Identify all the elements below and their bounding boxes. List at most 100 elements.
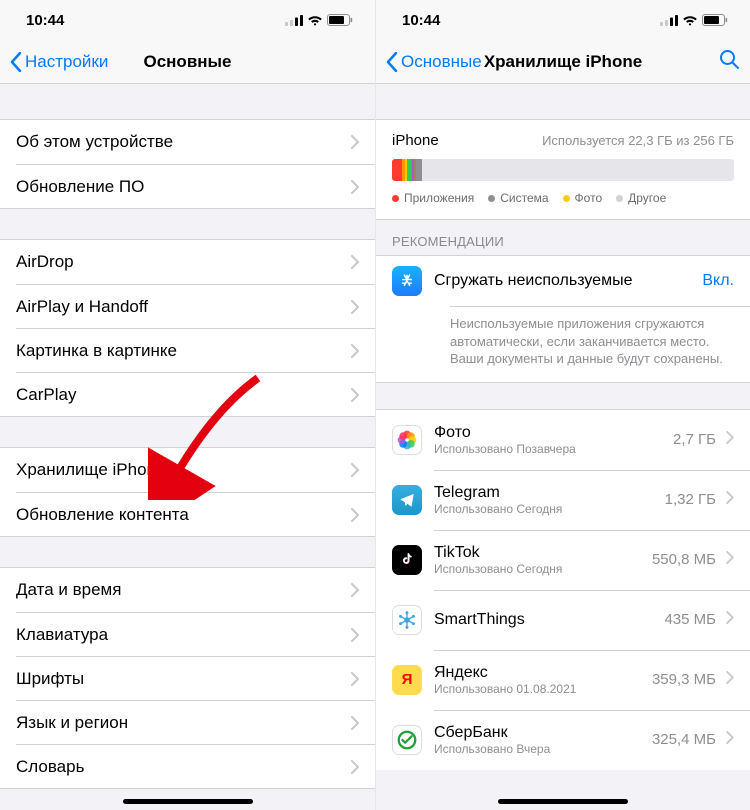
row-label: AirPlay и Handoff [16,297,148,317]
status-time: 10:44 [26,12,64,29]
settings-row[interactable]: Клавиатура [16,612,375,656]
chevron-right-icon [351,135,359,149]
chevron-right-icon [351,628,359,642]
chevron-right-icon [351,388,359,402]
usage-text: Используется 22,3 ГБ из 256 ГБ [542,133,734,148]
tiktok-icon [392,545,422,575]
battery-icon [327,14,353,26]
legend-item: Система [488,191,548,205]
app-list: ФотоИспользовано Позавчера2,7 ГБTelegram… [376,409,750,770]
chevron-right-icon [351,344,359,358]
search-icon [718,48,740,70]
settings-row[interactable]: Словарь [16,744,375,788]
app-name: Яндекс [434,664,652,682]
legend-label: Приложения [404,191,474,205]
sber-icon [392,725,422,755]
cellular-icon [660,15,678,26]
back-label: Настройки [25,52,108,72]
settings-row[interactable]: Обновление контента [16,492,375,536]
settings-row[interactable]: Язык и регион [16,700,375,744]
wifi-icon [307,14,323,26]
app-sub: Использовано Сегодня [434,502,665,516]
cellular-icon [285,15,303,26]
legend-item: Приложения [392,191,474,205]
settings-group: Дата и времяКлавиатураШрифтыЯзык и регио… [0,567,375,789]
settings-row[interactable]: Картинка в картинке [16,328,375,372]
storage-legend: ПриложенияСистемаФотоДругое [392,191,734,205]
legend-label: Фото [575,191,603,205]
status-bar: 10:44 [376,0,750,40]
recommendations-header: РЕКОМЕНДАЦИИ [376,220,750,255]
storage-bar [392,159,734,181]
phone-general: 10:44 Настройки Основные Об этом устройс… [0,0,375,810]
settings-row[interactable]: CarPlay [16,372,375,416]
storage-segment [392,159,402,181]
back-button[interactable]: Настройки [10,52,108,72]
settings-group: AirDrop AirPlay и Handoff Картинка в карти… [0,239,375,417]
chevron-right-icon [351,716,359,730]
chevron-right-icon [726,551,734,569]
app-size: 435 МБ [664,611,716,628]
app-row[interactable]: TelegramИспользовано Сегодня1,32 ГБ [376,470,750,530]
app-row[interactable]: СберБанкИспользовано Вчера325,4 МБ [376,710,750,770]
settings-row[interactable]: AirDrop [0,240,375,284]
battery-icon [702,14,728,26]
chevron-right-icon [726,671,734,689]
photos-icon [392,425,422,455]
app-name: SmartThings [434,611,664,629]
chevron-right-icon [726,731,734,749]
app-sub: Использовано Вчера [434,742,652,756]
chevron-right-icon [351,583,359,597]
app-name: TikTok [434,544,652,562]
row-label: Картинка в картинке [16,341,177,361]
storage-segment [416,159,422,181]
content: iPhone Используется 22,3 ГБ из 256 ГБ Пр… [376,84,750,810]
legend-dot [563,195,570,202]
row-label: AirDrop [16,252,74,272]
settings-row[interactable]: AirPlay и Handoff [16,284,375,328]
back-label: Основные [401,52,482,72]
app-size: 2,7 ГБ [673,431,716,448]
settings-group: Хранилище iPhoneОбновление контента [0,447,375,537]
settings-row[interactable]: Об этом устройстве [0,120,375,164]
wifi-icon [682,14,698,26]
app-size: 325,4 МБ [652,731,716,748]
status-icons [285,14,353,26]
app-row[interactable]: ФотоИспользовано Позавчера2,7 ГБ [376,410,750,470]
chevron-right-icon [726,431,734,449]
chevron-right-icon [351,508,359,522]
chevron-left-icon [386,52,398,72]
back-button[interactable]: Основные [386,52,482,72]
legend-dot [488,195,495,202]
settings-row[interactable]: Дата и время [0,568,375,612]
reco-description: Неиспользуемые приложения сгружаются авт… [450,306,750,382]
content: Об этом устройствеОбновление ПОAirDropAi… [0,84,375,810]
legend-dot [616,195,623,202]
row-label: Об этом устройстве [16,132,173,152]
settings-row[interactable]: Хранилище iPhone [0,448,375,492]
nav-bar: Основные Хранилище iPhone [376,40,750,84]
settings-row[interactable]: Шрифты [16,656,375,700]
row-label: CarPlay [16,385,76,405]
phone-storage: 10:44 Основные Хранилище iPhone iPhone И… [375,0,750,810]
chevron-right-icon [351,300,359,314]
telegram-icon [392,485,422,515]
app-name: СберБанк [434,724,652,742]
chevron-right-icon [351,463,359,477]
appstore-icon [392,266,422,296]
app-name: Telegram [434,484,665,502]
app-row[interactable]: TikTokИспользовано Сегодня550,8 МБ [376,530,750,590]
app-sub: Использовано Позавчера [434,442,673,456]
app-sub: Использовано 01.08.2021 [434,682,652,696]
app-name: Фото [434,424,673,442]
device-name: iPhone [392,132,439,149]
row-label: Словарь [16,757,84,777]
settings-row[interactable]: Обновление ПО [16,164,375,208]
nav-title: Основные [143,52,231,72]
recommendation-row[interactable]: Сгружать неиспользуемые Вкл. [376,256,750,306]
search-button[interactable] [718,48,740,75]
reco-state: Вкл. [702,272,734,290]
legend-dot [392,195,399,202]
app-row[interactable]: SmartThings435 МБ [376,590,750,650]
app-row[interactable]: ЯЯндексИспользовано 01.08.2021359,3 МБ [376,650,750,710]
